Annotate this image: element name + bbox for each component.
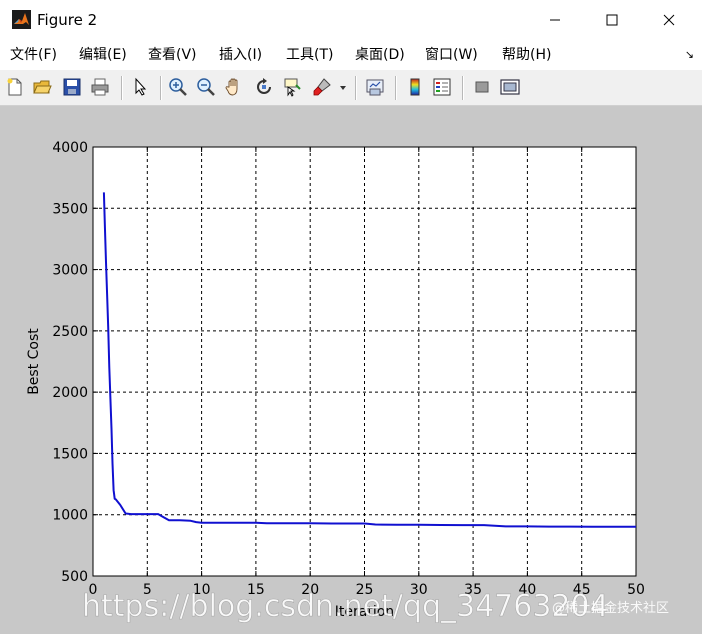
toolbar-separator (355, 76, 356, 100)
brush-icon[interactable] (312, 77, 332, 97)
menu-desktop[interactable]: 桌面(D) (355, 46, 405, 64)
menu-view[interactable]: 查看(V) (148, 46, 197, 64)
axes-background (93, 147, 636, 576)
save-icon[interactable] (62, 77, 82, 97)
figure-toolbar (0, 70, 702, 106)
menu-window[interactable]: 窗口(W) (425, 46, 478, 64)
hide-plot-tools-icon[interactable] (472, 77, 492, 97)
toolbar-separator (121, 76, 122, 100)
title-bar[interactable]: Figure 2 (0, 0, 702, 40)
figure-window: Figure 2 文件(F) 编辑(E) 查看(V) 插入(I) 工具(T) 桌… (0, 0, 702, 634)
zoom-in-icon[interactable] (168, 77, 188, 97)
pan-hand-icon[interactable] (224, 77, 244, 97)
menu-file[interactable]: 文件(F) (10, 46, 57, 64)
juejin-watermark: @稀土掘金技术社区 (552, 600, 669, 616)
y-axis-label: Best Cost (26, 328, 42, 395)
y-tick-label: 2000 (52, 385, 88, 401)
new-figure-icon[interactable] (5, 77, 25, 97)
line-chart[interactable]: 0 5 10 15 20 25 30 35 40 45 5050010001500200025003… (0, 106, 702, 634)
link-plot-icon[interactable] (365, 77, 385, 97)
data-cursor-icon[interactable] (282, 77, 302, 97)
figure-canvas: 0 5 10 15 20 25 30 35 40 45 50 500 1000 1500 2000 2500 3… (0, 106, 702, 634)
brush-dropdown-icon[interactable] (338, 77, 348, 97)
csdn-watermark: https://blog.csdn.net/qq_34763204 (82, 589, 609, 624)
edit-plot-arrow-icon[interactable] (131, 77, 151, 97)
toolbar-separator (160, 76, 161, 100)
y-tick-label: 4000 (52, 140, 88, 156)
toolbar-separator (462, 76, 463, 100)
zoom-out-icon[interactable] (196, 77, 216, 97)
menu-tools[interactable]: 工具(T) (286, 46, 333, 64)
minimize-icon (550, 19, 560, 21)
window-title: Figure 2 (37, 11, 98, 29)
menu-insert[interactable]: 插入(I) (219, 46, 262, 64)
y-tick-label: 3500 (52, 201, 88, 217)
y-tick-label: 1500 (52, 446, 88, 462)
open-file-icon[interactable] (32, 77, 52, 97)
y-tick-label: 2500 (52, 324, 88, 340)
close-icon (663, 14, 675, 26)
menu-help[interactable]: 帮助(H) (502, 46, 551, 64)
x-tick-label: 50 (627, 582, 645, 598)
print-icon[interactable] (90, 77, 110, 97)
insert-legend-icon[interactable] (432, 77, 452, 97)
insert-colorbar-icon[interactable] (405, 77, 425, 97)
y-tick-label: 3000 (52, 263, 88, 279)
matlab-logo-icon (12, 10, 31, 29)
menu-bar: 文件(F) 编辑(E) 查看(V) 插入(I) 工具(T) 桌面(D) 窗口(W… (0, 40, 702, 70)
menu-edit[interactable]: 编辑(E) (79, 46, 127, 64)
grid-lines (93, 147, 636, 576)
toolbar-separator (395, 76, 396, 100)
close-button[interactable] (646, 0, 692, 40)
maximize-button[interactable] (589, 0, 635, 40)
y-tick-label: 500 (61, 569, 88, 585)
minimize-button[interactable] (532, 0, 578, 40)
dock-arrow-icon[interactable]: ↘ (685, 48, 694, 61)
y-tick-label: 1000 (52, 508, 88, 524)
show-plot-tools-icon[interactable] (500, 77, 520, 97)
maximize-icon (606, 14, 618, 26)
rotate-3d-icon[interactable] (254, 77, 274, 97)
